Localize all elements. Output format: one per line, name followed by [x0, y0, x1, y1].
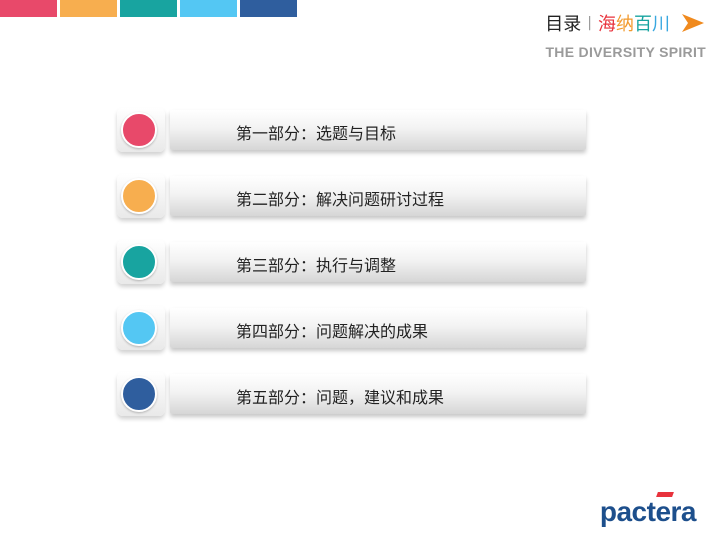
logo-text-accent: e	[655, 496, 671, 527]
agenda-item: 第二部分：解决问题研讨过程	[117, 174, 587, 218]
page-title: 目录	[545, 14, 582, 35]
agenda-label: 第四部分：问题解决的成果	[236, 322, 429, 341]
bullet-dot	[121, 244, 157, 280]
bullet-frame	[117, 306, 165, 350]
color-segment	[240, 0, 297, 17]
bullet-frame	[117, 240, 165, 284]
agenda-item: 第三部分：执行与调整	[117, 240, 587, 284]
bullet-dot	[121, 376, 157, 412]
agenda-bar: 第五部分：问题，建议和成果	[170, 374, 586, 414]
bullet-frame	[117, 372, 165, 416]
brand-char: 川	[652, 14, 670, 35]
bullet-frame	[117, 174, 165, 218]
logo-text-suffix: ra	[670, 496, 697, 527]
bullet-frame	[117, 108, 165, 152]
agenda-bar: 第一部分：选题与目标	[170, 110, 586, 150]
agenda-bar: 第三部分：执行与调整	[170, 242, 586, 282]
agenda-label: 第五部分：问题，建议和成果	[236, 388, 445, 407]
agenda-item: 第一部分：选题与目标	[117, 108, 587, 152]
bullet-dot	[121, 112, 157, 148]
pactera-logo: pactera	[599, 496, 697, 528]
agenda-list: 第一部分：选题与目标 第二部分：解决问题研讨过程 第三部分：执行与调整 第四部分…	[117, 108, 587, 438]
logo-text-prefix: pact	[599, 496, 656, 527]
title-separator: |	[587, 15, 592, 31]
agenda-item: 第四部分：问题解决的成果	[117, 306, 587, 350]
brand-char: 纳	[616, 14, 634, 35]
color-segment	[120, 0, 177, 17]
agenda-label: 第三部分：执行与调整	[236, 256, 397, 275]
bullet-dot	[121, 310, 157, 346]
color-segment	[180, 0, 237, 17]
brand-name: 海纳百川	[598, 10, 670, 36]
color-segment	[60, 0, 117, 17]
agenda-item: 第五部分：问题，建议和成果	[117, 372, 587, 416]
tagline: THE DIVERSITY SPIRIT	[545, 44, 706, 60]
brand-char: 百	[634, 14, 652, 35]
brand-char: 海	[598, 14, 616, 35]
bullet-dot	[121, 178, 157, 214]
chevron-right-icon	[682, 14, 704, 32]
agenda-label: 第二部分：解决问题研讨过程	[236, 190, 445, 209]
color-segment	[0, 0, 57, 17]
slide-header: 目录 | 海纳百川 THE DIVERSITY SPIRIT	[545, 10, 706, 60]
agenda-label: 第一部分：选题与目标	[236, 124, 397, 143]
top-color-bar	[0, 0, 297, 17]
agenda-bar: 第四部分：问题解决的成果	[170, 308, 586, 348]
agenda-bar: 第二部分：解决问题研讨过程	[170, 176, 586, 216]
